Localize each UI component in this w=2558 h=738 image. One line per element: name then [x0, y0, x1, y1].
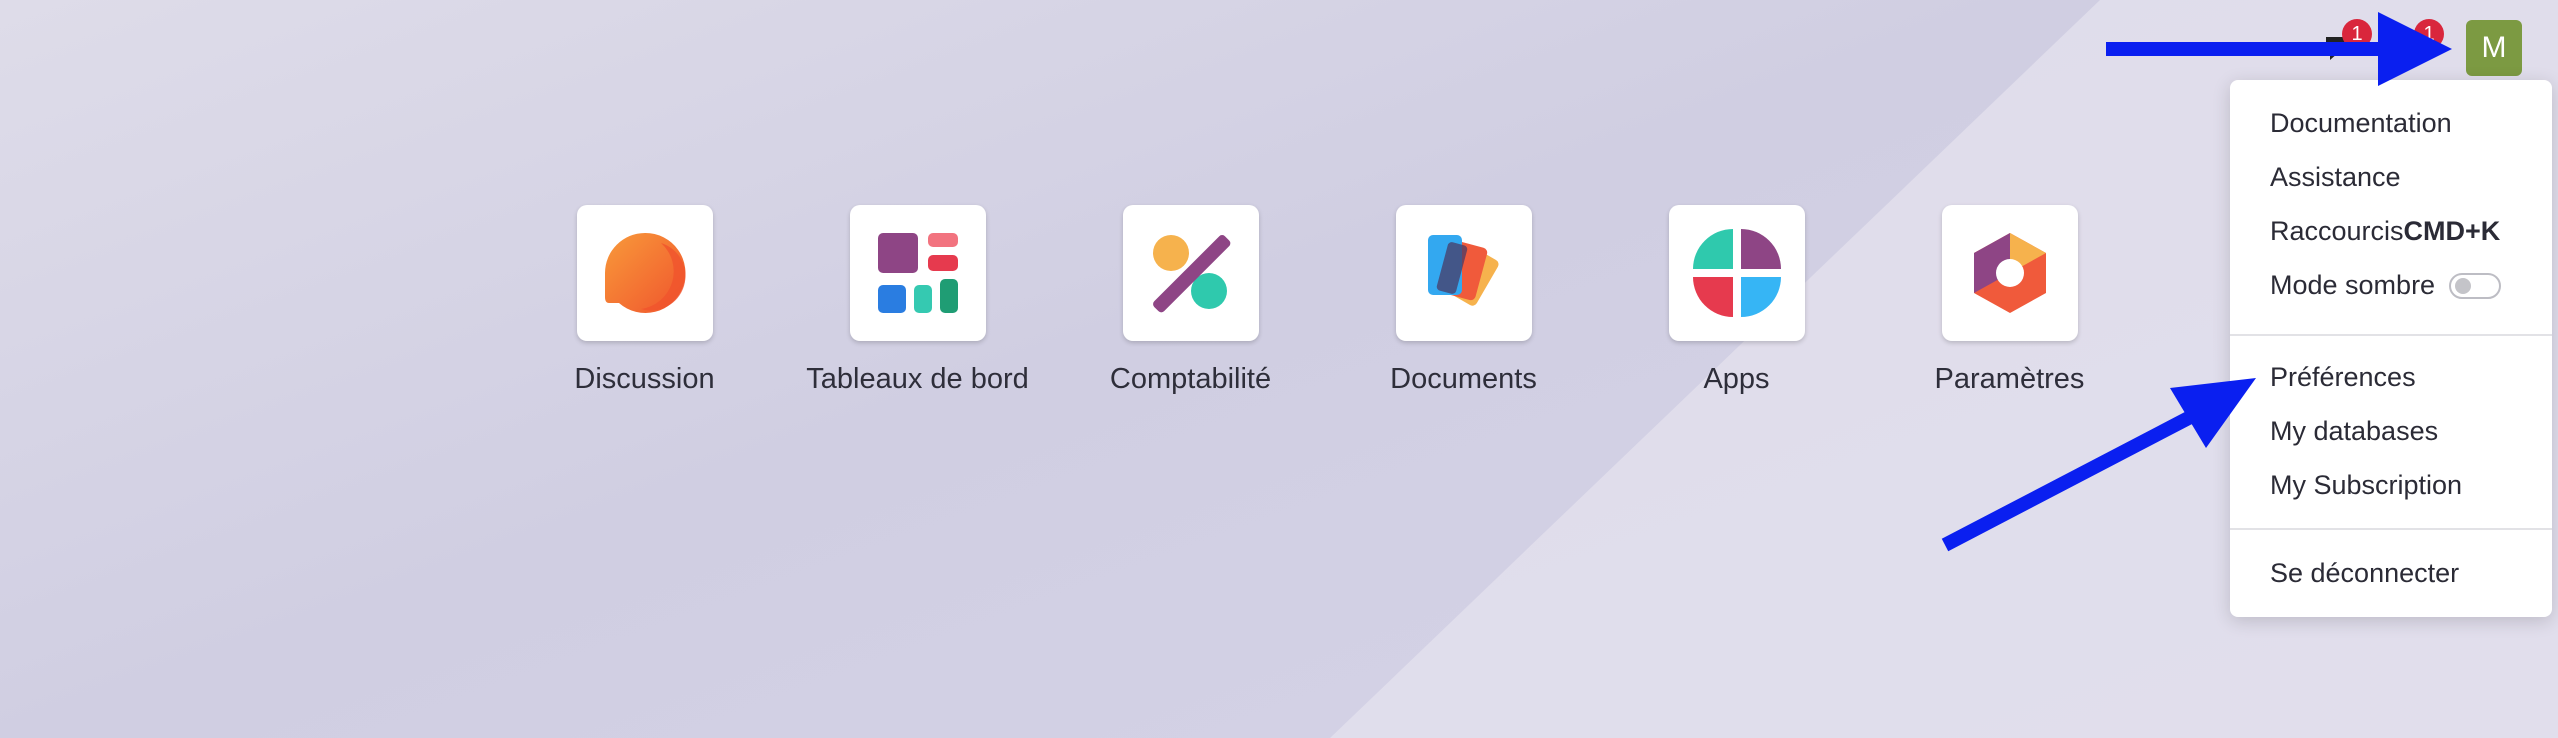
app-apps[interactable]: Apps	[1600, 205, 1873, 396]
shortcuts-label: Raccourcis	[2270, 216, 2404, 246]
menu-item-documentation[interactable]: Documentation	[2270, 108, 2452, 139]
app-grid: Discussion Tableaux de bord Comptabilité	[508, 205, 2146, 396]
menu-item-shortcuts[interactable]: Raccourcis CMD+K	[2270, 216, 2500, 247]
accounting-icon	[1152, 235, 1230, 313]
systray: 1 1 M	[2322, 18, 2522, 78]
documents-icon	[1427, 235, 1498, 306]
menu-item-dark-mode[interactable]: Mode sombre	[2270, 270, 2502, 301]
menu-item-preferences[interactable]: Préférences	[2270, 362, 2416, 393]
app-accounting[interactable]: Comptabilité	[1054, 205, 1327, 396]
app-label: Tableaux de bord	[806, 363, 1029, 395]
app-settings[interactable]: Paramètres	[1873, 205, 2146, 396]
menu-item-logout[interactable]: Se déconnecter	[2270, 558, 2459, 589]
activity-badge: 1	[2414, 19, 2444, 49]
app-tile[interactable]	[1941, 205, 2078, 341]
discussion-icon	[604, 232, 685, 313]
app-label: Comptabilité	[1109, 363, 1272, 395]
app-tile[interactable]	[1668, 205, 1805, 341]
toggle-knob	[2455, 277, 2472, 294]
dark-mode-label: Mode sombre	[2270, 270, 2436, 300]
menu-divider	[2230, 528, 2552, 530]
app-documents[interactable]: Documents	[1327, 205, 1600, 396]
app-discussion[interactable]: Discussion	[508, 205, 781, 396]
app-label: Documents	[1390, 363, 1537, 395]
app-tile[interactable]	[1395, 205, 1532, 341]
app-label: Discussion	[574, 363, 715, 395]
app-label: Paramètres	[1934, 363, 2085, 395]
app-dashboards[interactable]: Tableaux de bord	[781, 205, 1054, 396]
app-tile[interactable]	[576, 205, 713, 341]
shortcut-key: CMD+K	[2403, 216, 2501, 246]
menu-item-support[interactable]: Assistance	[2270, 162, 2401, 193]
menu-item-my-databases[interactable]: My databases	[2270, 416, 2438, 447]
user-menu-dropdown: Documentation Assistance Raccourcis CMD+K…	[2230, 80, 2552, 617]
app-tile[interactable]	[849, 205, 986, 341]
app-label: Apps	[1703, 363, 1770, 395]
messages-button[interactable]: 1	[2322, 19, 2372, 65]
messages-badge: 1	[2342, 19, 2372, 49]
dashboards-icon	[877, 233, 958, 313]
menu-item-my-subscription[interactable]: My Subscription	[2270, 470, 2462, 501]
user-avatar-button[interactable]: M	[2466, 20, 2522, 76]
app-tile[interactable]	[1122, 205, 1259, 341]
menu-divider	[2230, 334, 2552, 336]
settings-icon	[1973, 233, 2046, 313]
apps-icon	[1692, 229, 1781, 317]
activity-button[interactable]: 1	[2394, 19, 2444, 65]
dark-mode-toggle[interactable]	[2449, 272, 2502, 299]
